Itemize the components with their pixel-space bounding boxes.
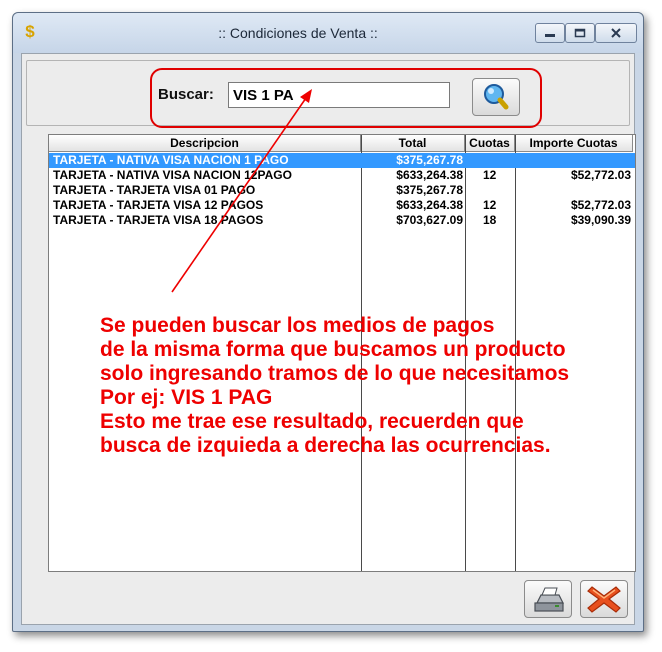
print-button[interactable] [524,580,572,618]
red-x-icon [587,586,621,613]
annotation-line: Se pueden buscar los medios de pagos [100,314,495,337]
annotation-line: Por ej: VIS 1 PAG [100,386,273,409]
annotation-line: de la misma forma que buscamos un produc… [100,338,566,361]
annotation-text: Se pueden buscar los medios de pagos de … [100,314,640,458]
annotation-line: busca de izquieda a derecha las ocurrenc… [100,434,551,457]
annotation-line: Esto me trae ese resultado, recuerden qu… [100,410,524,433]
cancel-button[interactable] [580,580,628,618]
printer-icon [534,587,564,612]
annotation-line: solo ingresando tramos de lo que necesit… [100,362,570,385]
